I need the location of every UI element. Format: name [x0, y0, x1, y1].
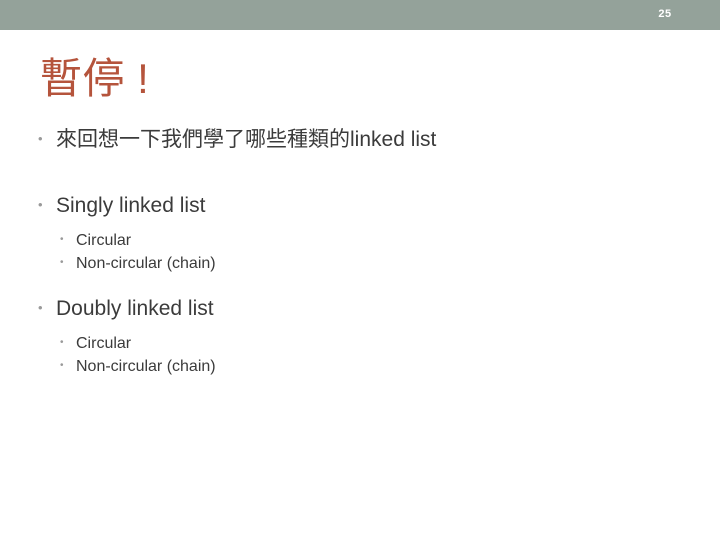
bullet-item: • Doubly linked list	[0, 295, 720, 325]
slide-body: • 來回想一下我們學了哪些種類的linked list • Singly lin…	[0, 126, 720, 379]
slide-number: 25	[658, 7, 672, 20]
sub-bullet-text: Circular	[76, 335, 132, 352]
sub-bullet-item: • Circular	[0, 333, 720, 356]
sub-bullet-text: Non-circular (chain)	[76, 358, 216, 375]
bullet-item: • 來回想一下我們學了哪些種類的linked list	[0, 126, 720, 156]
bullet-marker-icon: •	[60, 257, 64, 268]
sub-bullet-item: • Non-circular (chain)	[0, 253, 720, 276]
sub-bullet-item: • Circular	[0, 230, 720, 253]
bullet-item: • Singly linked list	[0, 192, 720, 222]
bullet-text: Doubly linked list	[56, 297, 214, 320]
bullet-text: Singly linked list	[56, 194, 206, 217]
slide-title: 暫停 !	[40, 55, 150, 102]
bullet-marker-icon: •	[60, 337, 64, 348]
slide-header-band: 25	[0, 0, 720, 30]
sub-bullet-text: Circular	[76, 232, 132, 249]
slide-canvas: 25 暫停 ! • 來回想一下我們學了哪些種類的linked list • Si…	[0, 0, 720, 540]
bullet-text: 來回想一下我們學了哪些種類的linked list	[56, 128, 437, 151]
sub-bullet-item: • Non-circular (chain)	[0, 356, 720, 379]
bullet-marker-icon: •	[38, 131, 43, 146]
sub-bullet-text: Non-circular (chain)	[76, 255, 216, 272]
bullet-marker-icon: •	[38, 300, 43, 315]
bullet-marker-icon: •	[60, 360, 64, 371]
bullet-marker-icon: •	[60, 234, 64, 245]
bullet-marker-icon: •	[38, 197, 43, 212]
